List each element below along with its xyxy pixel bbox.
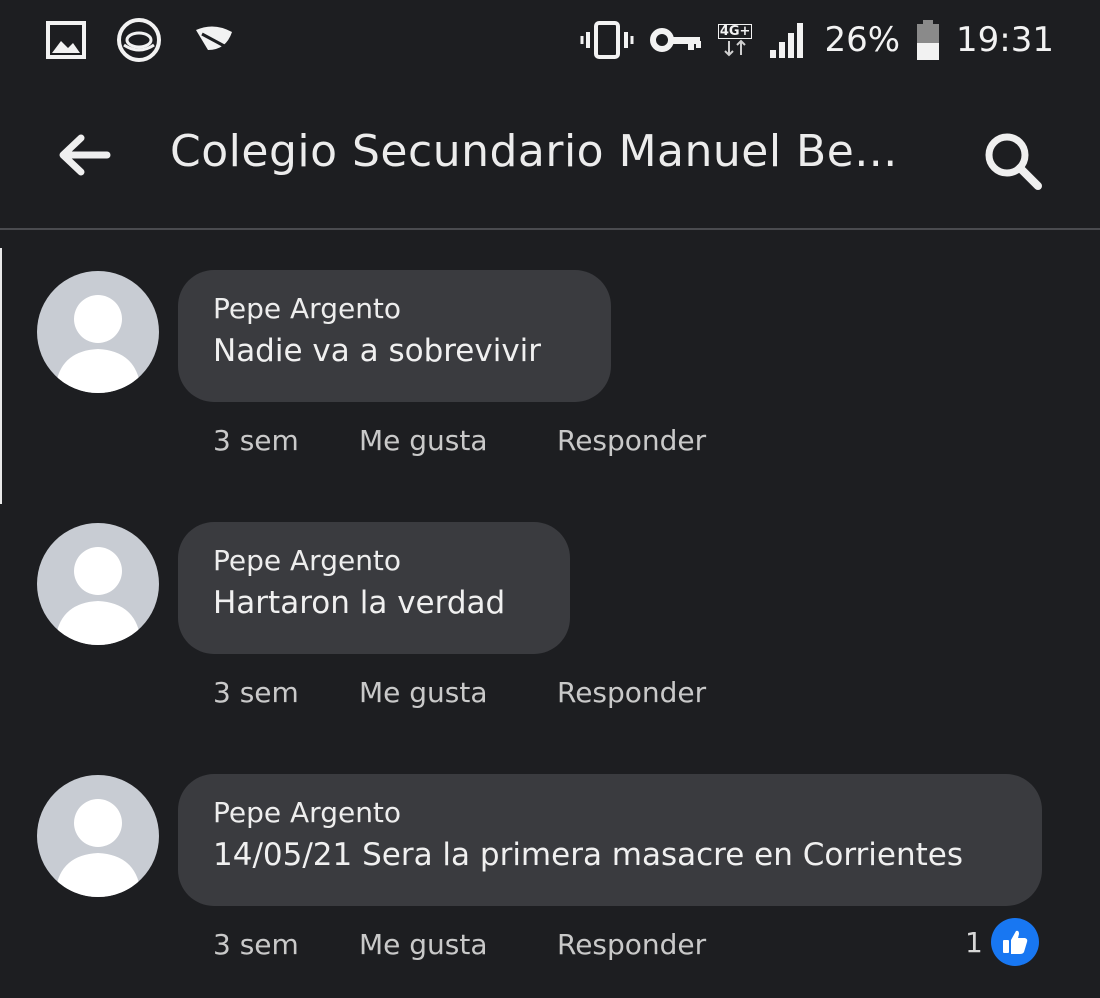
app-header: Colegio Secundario Manuel Be... xyxy=(0,80,1100,230)
page-title: Colegio Secundario Manuel Be... xyxy=(170,126,898,177)
comment-author[interactable]: Pepe Argento xyxy=(213,292,577,325)
default-user-icon xyxy=(55,295,141,393)
gallery-icon xyxy=(46,20,86,60)
battery-percent: 26% xyxy=(824,20,901,60)
comment-author[interactable]: Pepe Argento xyxy=(213,796,1008,829)
comment-actions: 3 sem Me gusta Responder xyxy=(213,928,706,961)
comment-author[interactable]: Pepe Argento xyxy=(213,544,536,577)
like-button[interactable]: Me gusta xyxy=(359,676,557,709)
like-button[interactable]: Me gusta xyxy=(359,928,557,961)
comment-text: Nadie va a sobrevivir xyxy=(213,333,542,369)
comment-text: 14/05/21 Sera la primera masacre en Corr… xyxy=(213,837,964,873)
default-user-icon xyxy=(55,547,141,645)
like-button[interactable]: Me gusta xyxy=(359,424,557,457)
back-button[interactable] xyxy=(55,132,115,178)
avatar[interactable] xyxy=(37,523,159,645)
thumbs-up-icon xyxy=(990,918,1039,966)
comment-actions: 3 sem Me gusta Responder xyxy=(213,424,706,457)
status-bar: 4G+ 26% 19:31 xyxy=(0,0,1100,80)
comment-time[interactable]: 3 sem xyxy=(213,424,359,457)
search-button[interactable] xyxy=(980,128,1046,194)
scroll-edge-indicator xyxy=(0,248,2,504)
feather-icon xyxy=(192,20,238,60)
vpn-key-icon xyxy=(649,25,702,55)
reply-button[interactable]: Responder xyxy=(557,928,706,961)
default-user-icon xyxy=(55,799,141,897)
reaction-summary[interactable]: 1 xyxy=(965,918,1039,966)
comment-bubble[interactable]: Pepe Argento Hartaron la verdad xyxy=(178,522,570,654)
status-time: 19:31 xyxy=(956,20,1054,60)
comment-text: Hartaron la verdad xyxy=(213,585,506,621)
avatar[interactable] xyxy=(37,775,159,897)
search-icon xyxy=(985,133,1042,190)
data-4g-icon: 4G+ xyxy=(717,23,753,57)
avatar[interactable] xyxy=(37,271,159,393)
battery-icon xyxy=(916,19,940,61)
reply-button[interactable]: Responder xyxy=(557,424,706,457)
reaction-count: 1 xyxy=(965,925,983,959)
network-label: 4G+ xyxy=(717,23,753,39)
comment-time[interactable]: 3 sem xyxy=(213,676,359,709)
reply-button[interactable]: Responder xyxy=(557,676,706,709)
signal-icon xyxy=(768,20,808,60)
comment-time[interactable]: 3 sem xyxy=(213,928,359,961)
browser-icon xyxy=(114,15,164,65)
comment-bubble[interactable]: Pepe Argento Nadie va a sobrevivir xyxy=(178,270,611,402)
comment-bubble[interactable]: Pepe Argento 14/05/21 Sera la primera ma… xyxy=(178,774,1042,906)
comment-actions: 3 sem Me gusta Responder xyxy=(213,676,706,709)
status-right: 4G+ 26% 19:31 xyxy=(580,19,1054,61)
vibrate-icon xyxy=(580,20,634,60)
arrow-left-icon xyxy=(59,134,111,176)
status-left xyxy=(46,15,238,65)
